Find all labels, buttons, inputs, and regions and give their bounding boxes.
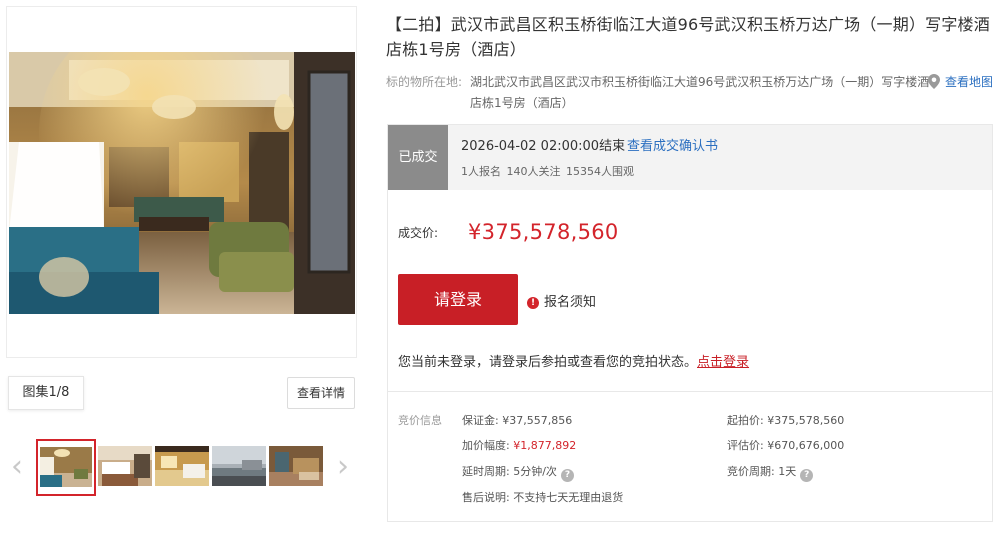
- end-time: 2026-04-02 02:00:00结束: [461, 139, 626, 154]
- deposit-label: 保证金:: [462, 414, 499, 427]
- delay-value: 5分钟/次: [513, 465, 557, 478]
- click-login-link[interactable]: 点击登录: [697, 355, 749, 370]
- thumbnail-5[interactable]: [269, 446, 323, 486]
- login-button[interactable]: 请登录: [398, 274, 518, 325]
- participation-counts: 1人报名 140人关注 15354人围观: [461, 165, 634, 178]
- after-sale-row: 售后说明: 不支持七天无理由退货: [462, 488, 623, 508]
- appraisal-row: 评估价: ¥670,676,000: [727, 436, 844, 456]
- thumbnail-4[interactable]: [212, 446, 266, 486]
- login-hint-text: 您当前未登录，请登录后参拍或查看您的竞拍状态。: [398, 355, 698, 370]
- cycle-value: 1天: [778, 465, 797, 478]
- location-label: 标的物所在地:: [386, 75, 463, 89]
- listing-title: 【二拍】武汉市武昌区积玉桥街临江大道96号武汉积玉桥万达广场（一期）写字楼酒店栋…: [386, 15, 990, 59]
- thumbnail-2[interactable]: [98, 446, 152, 486]
- view-map-link[interactable]: 查看地图: [945, 72, 993, 92]
- delay-label: 延时周期:: [462, 465, 510, 478]
- view-confirmation-link[interactable]: 查看成交确认书: [627, 137, 718, 157]
- status-header: 已成交 2026-04-02 02:00:00结束 查看成交确认书 1人报名 1…: [388, 125, 992, 190]
- chevron-right-icon[interactable]: ›: [335, 452, 351, 482]
- start-price-value: ¥375,578,560: [767, 414, 845, 427]
- appraisal-label: 评估价:: [727, 439, 764, 452]
- deal-price-value: ¥375,578,560: [468, 220, 619, 244]
- gallery-counter: 图集1/8: [8, 376, 84, 410]
- view-details-button[interactable]: 查看详情: [287, 377, 355, 409]
- increment-label: 加价幅度:: [462, 439, 510, 452]
- thumbnail-3[interactable]: [155, 446, 209, 486]
- increment-value: ¥1,877,892: [513, 439, 577, 452]
- help-icon[interactable]: ?: [800, 469, 814, 482]
- location-text: 湖北武汉市武昌区武汉市积玉桥街临江大道96号武汉积玉桥万达广场（一期）写字楼酒店…: [470, 75, 930, 110]
- delay-row: 延时周期: 5分钟/次?: [462, 462, 574, 482]
- map-pin-icon[interactable]: [928, 74, 940, 89]
- bid-info-section: 竞价信息 保证金: ¥37,557,856 加价幅度: ¥1,877,892 延…: [388, 399, 992, 519]
- cycle-row: 竞价周期: 1天?: [727, 462, 814, 482]
- thumbnail-1[interactable]: [36, 439, 96, 496]
- main-photo-frame: [6, 6, 357, 358]
- login-hint: 您当前未登录，请登录后参拍或查看您的竞拍状态。点击登录: [398, 352, 749, 374]
- deposit-value: ¥37,557,856: [502, 414, 573, 427]
- deal-price-label: 成交价:: [398, 226, 439, 240]
- registration-notice-link[interactable]: 报名须知: [544, 293, 596, 313]
- start-price-row: 起拍价: ¥375,578,560: [727, 411, 844, 431]
- start-price-label: 起拍价:: [727, 414, 764, 427]
- chevron-left-icon[interactable]: ‹: [9, 452, 25, 482]
- appraisal-value: ¥670,676,000: [767, 439, 845, 452]
- cycle-label: 竞价周期:: [727, 465, 775, 478]
- after-sale-label: 售后说明:: [462, 491, 510, 504]
- alert-icon: !: [527, 297, 539, 309]
- main-photo[interactable]: [9, 52, 355, 314]
- status-badge: 已成交: [388, 125, 448, 190]
- increment-row: 加价幅度: ¥1,877,892: [462, 436, 576, 456]
- after-sale-value: 不支持七天无理由退货: [513, 491, 624, 504]
- auction-status-panel: 已成交 2026-04-02 02:00:00结束 查看成交确认书 1人报名 1…: [387, 124, 993, 522]
- help-icon[interactable]: ?: [560, 469, 574, 482]
- deposit-row: 保证金: ¥37,557,856: [462, 411, 572, 431]
- divider: [388, 391, 992, 392]
- bid-info-title: 竞价信息: [398, 414, 442, 427]
